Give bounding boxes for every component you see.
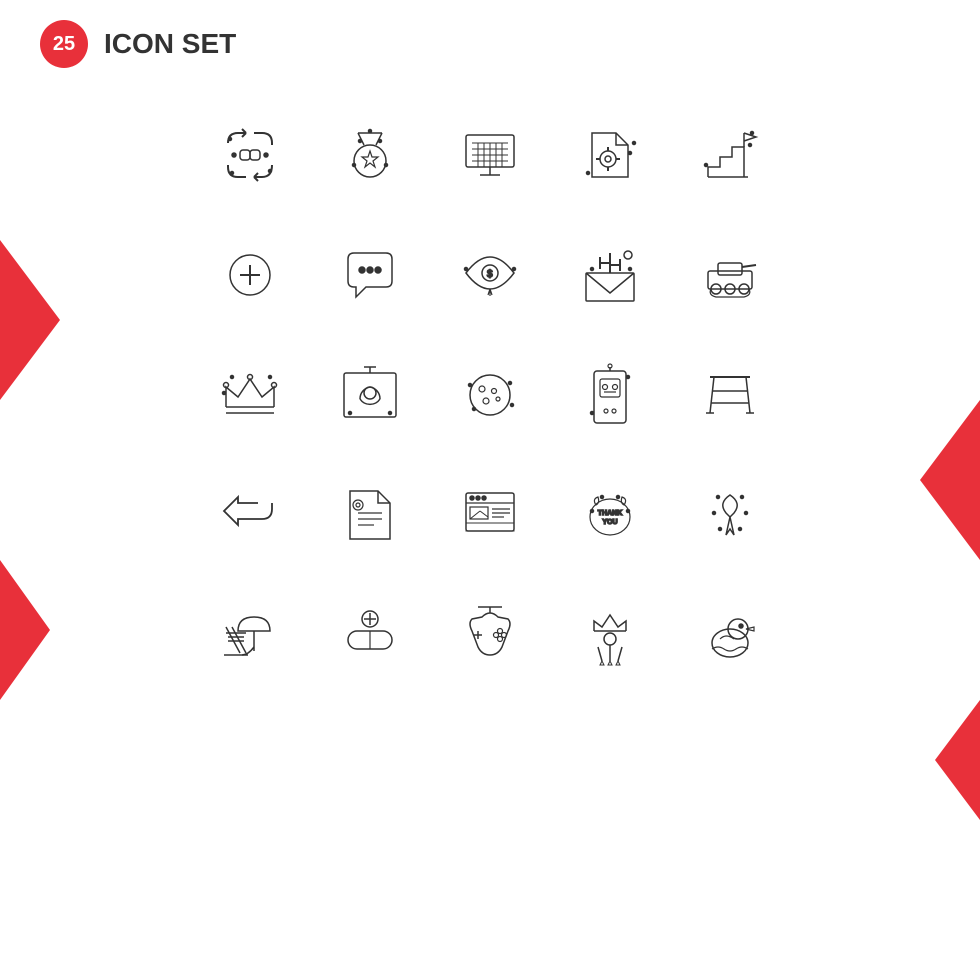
icon-document-text [315, 460, 425, 570]
icon-pill-plus [315, 580, 425, 690]
icon-ribbon [675, 460, 785, 570]
icon-circle-plus [195, 220, 305, 330]
icon-beach-chair [195, 580, 305, 690]
icon-desert [555, 220, 665, 330]
decoration-triangle-right1 [920, 400, 980, 560]
icon-document-gear [555, 100, 665, 210]
icon-flag-stairs [675, 100, 785, 210]
icon-crown [195, 340, 305, 450]
icon-count-badge: 25 [40, 20, 88, 68]
icon-reply [195, 460, 305, 570]
decoration-triangle-right2 [935, 700, 980, 820]
icon-tank [675, 220, 785, 330]
icon-cookie [435, 340, 545, 450]
icon-medal [315, 100, 425, 210]
icon-grid: $ [195, 100, 785, 690]
decoration-triangle-left1 [0, 240, 60, 400]
icon-duck-toy [675, 580, 785, 690]
icon-chain-link [195, 100, 305, 210]
icon-crown-pencils [555, 580, 665, 690]
icon-eye-dollar: $ [435, 220, 545, 330]
icon-computer [435, 100, 545, 210]
icon-biohazard [315, 340, 425, 450]
svg-text:$: $ [487, 269, 493, 280]
decoration-triangle-left2 [0, 560, 50, 700]
icon-game-controller [435, 580, 545, 690]
icon-phone-robot [555, 340, 665, 450]
icon-browser [435, 460, 545, 570]
icon-chat-dots [315, 220, 425, 330]
icon-luggage-stand [675, 340, 785, 450]
header: 25 ICON SET [40, 20, 236, 68]
icon-thank-you-card: THANK YOU [555, 460, 665, 570]
svg-text:THANK: THANK [598, 510, 623, 517]
svg-text:YOU: YOU [602, 519, 617, 526]
page-title: ICON SET [104, 28, 236, 60]
